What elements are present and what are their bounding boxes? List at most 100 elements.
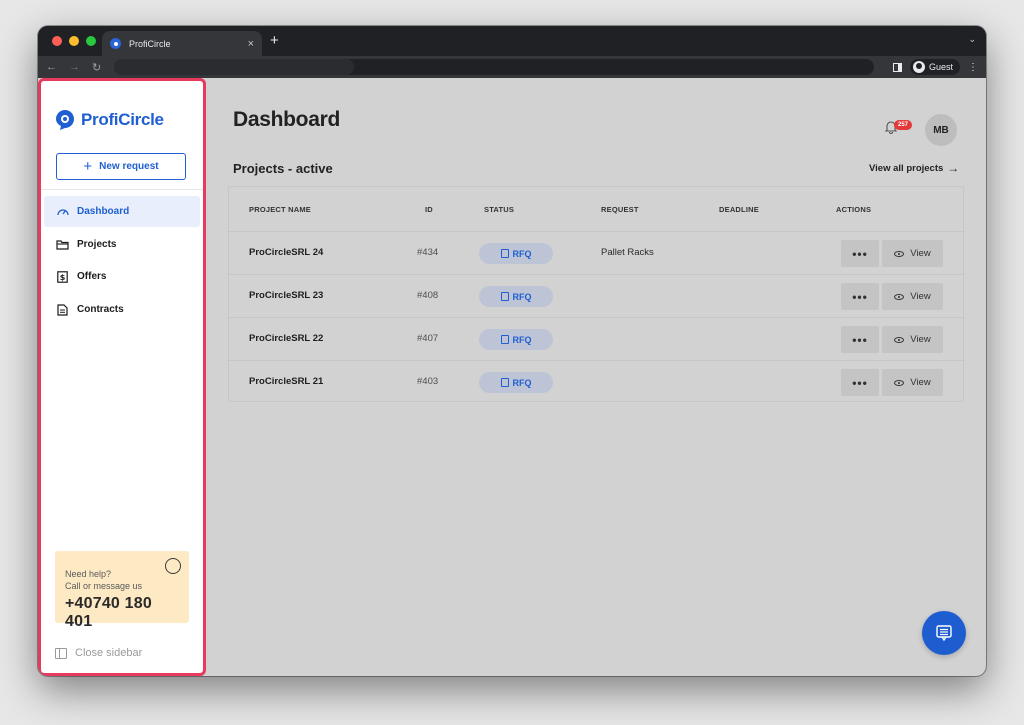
reload-icon[interactable]: ↻ (92, 61, 101, 74)
eye-icon (894, 293, 905, 300)
document-icon (56, 303, 69, 316)
new-tab-button[interactable]: + (270, 32, 279, 49)
close-window-button[interactable] (52, 36, 62, 46)
minimize-window-button[interactable] (69, 36, 79, 46)
status-badge: RFQ (479, 372, 553, 393)
view-button[interactable]: View (882, 326, 943, 353)
sidebar: ProfiCircle + New request Dashboard Proj… (38, 78, 206, 676)
status-label: RFQ (512, 291, 532, 302)
maximize-window-button[interactable] (86, 36, 96, 46)
project-id-cell: #408 (417, 290, 439, 301)
file-icon (500, 335, 509, 344)
view-all-projects-link[interactable]: View all projects → (869, 161, 959, 175)
browser-toolbar: ← → ↻ Guest ⋮ (38, 56, 986, 78)
window-controls (52, 36, 96, 46)
logo-icon (56, 110, 74, 130)
new-request-button[interactable]: + New request (56, 153, 186, 180)
dollar-icon: $ (56, 270, 69, 283)
eye-icon (894, 336, 905, 343)
status-label: RFQ (512, 377, 532, 388)
more-actions-button[interactable]: ••• (841, 369, 879, 396)
column-header-id: ID (425, 205, 433, 214)
favicon-icon (110, 38, 121, 49)
view-label: View (910, 248, 931, 259)
browser-tabstrip: ProfiCircle × + ⌄ (38, 26, 986, 56)
profile-button[interactable]: Guest (909, 59, 960, 75)
sidebar-item-offers[interactable]: $ Offers (44, 261, 200, 292)
notification-badge: 257 (894, 120, 912, 130)
gauge-icon (56, 206, 69, 218)
browser-menu-icon[interactable]: ⋮ (968, 62, 978, 73)
status-badge: RFQ (479, 286, 553, 307)
app-page: ProfiCircle + New request Dashboard Proj… (38, 78, 986, 676)
sidebar-toggle-icon (55, 647, 67, 659)
column-header-actions: ACTIONS (836, 205, 872, 214)
status-badge: RFQ (479, 329, 553, 350)
project-name-cell[interactable]: ProCircleSRL 23 (249, 290, 323, 301)
browser-tab[interactable]: ProfiCircle × (102, 31, 262, 56)
chat-icon (936, 625, 952, 642)
more-actions-button[interactable]: ••• (841, 326, 879, 353)
logo[interactable]: ProfiCircle (55, 109, 164, 131)
project-id-cell: #407 (417, 333, 439, 344)
logo-text: ProfiCircle (81, 110, 164, 129)
column-header-deadline: DEADLINE (719, 205, 759, 214)
tab-search-icon[interactable]: ⌄ (968, 34, 976, 45)
close-tab-icon[interactable]: × (248, 38, 254, 50)
status-label: RFQ (512, 334, 532, 345)
page-title: Dashboard (233, 108, 340, 131)
back-icon[interactable]: ← (46, 61, 57, 73)
more-actions-button[interactable]: ••• (841, 240, 879, 267)
status-badge: RFQ (479, 243, 553, 264)
sidebar-item-projects[interactable]: Projects (44, 229, 200, 260)
project-id-cell: #434 (417, 247, 439, 258)
status-label: RFQ (512, 248, 532, 259)
column-header-request: REQUEST (601, 205, 639, 214)
browser-window: ProfiCircle × + ⌄ ← → ↻ Guest ⋮ ProfiCir… (38, 26, 986, 676)
file-icon (500, 292, 509, 301)
project-name-cell[interactable]: ProCircleSRL 21 (249, 376, 323, 387)
tab-title: ProfiCircle (129, 38, 171, 49)
address-bar[interactable] (114, 59, 874, 75)
close-sidebar-button[interactable]: Close sidebar (55, 647, 142, 659)
address-bar-url (114, 59, 354, 75)
table-header: PROJECT NAME ID STATUS REQUEST DEADLINE … (229, 187, 963, 232)
chat-button[interactable] (922, 611, 966, 655)
forward-icon[interactable]: → (69, 61, 80, 73)
more-actions-button[interactable]: ••• (841, 283, 879, 310)
table-row[interactable]: ProCircleSRL 22 #407 RFQ ••• View (229, 318, 963, 361)
side-panel-icon[interactable] (892, 62, 902, 72)
view-all-label: View all projects (869, 162, 944, 174)
profile-label: Guest (928, 62, 953, 72)
section-title: Projects - active (233, 161, 333, 176)
view-label: View (910, 291, 931, 302)
avatar[interactable]: MB (925, 114, 957, 146)
project-name-cell[interactable]: ProCircleSRL 22 (249, 333, 323, 344)
column-header-project-name: PROJECT NAME (249, 205, 311, 214)
view-button[interactable]: View (882, 369, 943, 396)
new-request-label: New request (99, 161, 159, 172)
guest-avatar-icon (912, 61, 925, 73)
view-label: View (910, 334, 931, 345)
project-name-cell[interactable]: ProCircleSRL 24 (249, 247, 323, 258)
eye-icon (894, 250, 905, 257)
help-phone[interactable]: +40740 180 401 (65, 595, 179, 631)
project-id-cell: #403 (417, 376, 439, 387)
sidebar-item-label: Dashboard (77, 206, 130, 217)
projects-table: PROJECT NAME ID STATUS REQUEST DEADLINE … (228, 186, 964, 402)
plus-icon: + (83, 158, 93, 175)
view-button[interactable]: View (882, 240, 943, 267)
sidebar-item-contracts[interactable]: Contracts (44, 294, 200, 325)
file-icon (500, 249, 509, 258)
svg-text:$: $ (60, 273, 66, 282)
whatsapp-icon[interactable] (165, 558, 181, 574)
table-row[interactable]: ProCircleSRL 23 #408 RFQ ••• View (229, 275, 963, 318)
folder-icon (56, 239, 69, 251)
request-cell: Pallet Racks (601, 247, 654, 258)
view-button[interactable]: View (882, 283, 943, 310)
sidebar-item-dashboard[interactable]: Dashboard (44, 196, 200, 227)
table-row[interactable]: ProCircleSRL 24 #434 RFQ Pallet Racks ••… (229, 232, 963, 275)
table-row[interactable]: ProCircleSRL 21 #403 RFQ ••• View (229, 361, 963, 404)
help-title: Need help? (65, 569, 112, 579)
help-card: Need help? Call or message us +40740 180… (55, 551, 189, 630)
